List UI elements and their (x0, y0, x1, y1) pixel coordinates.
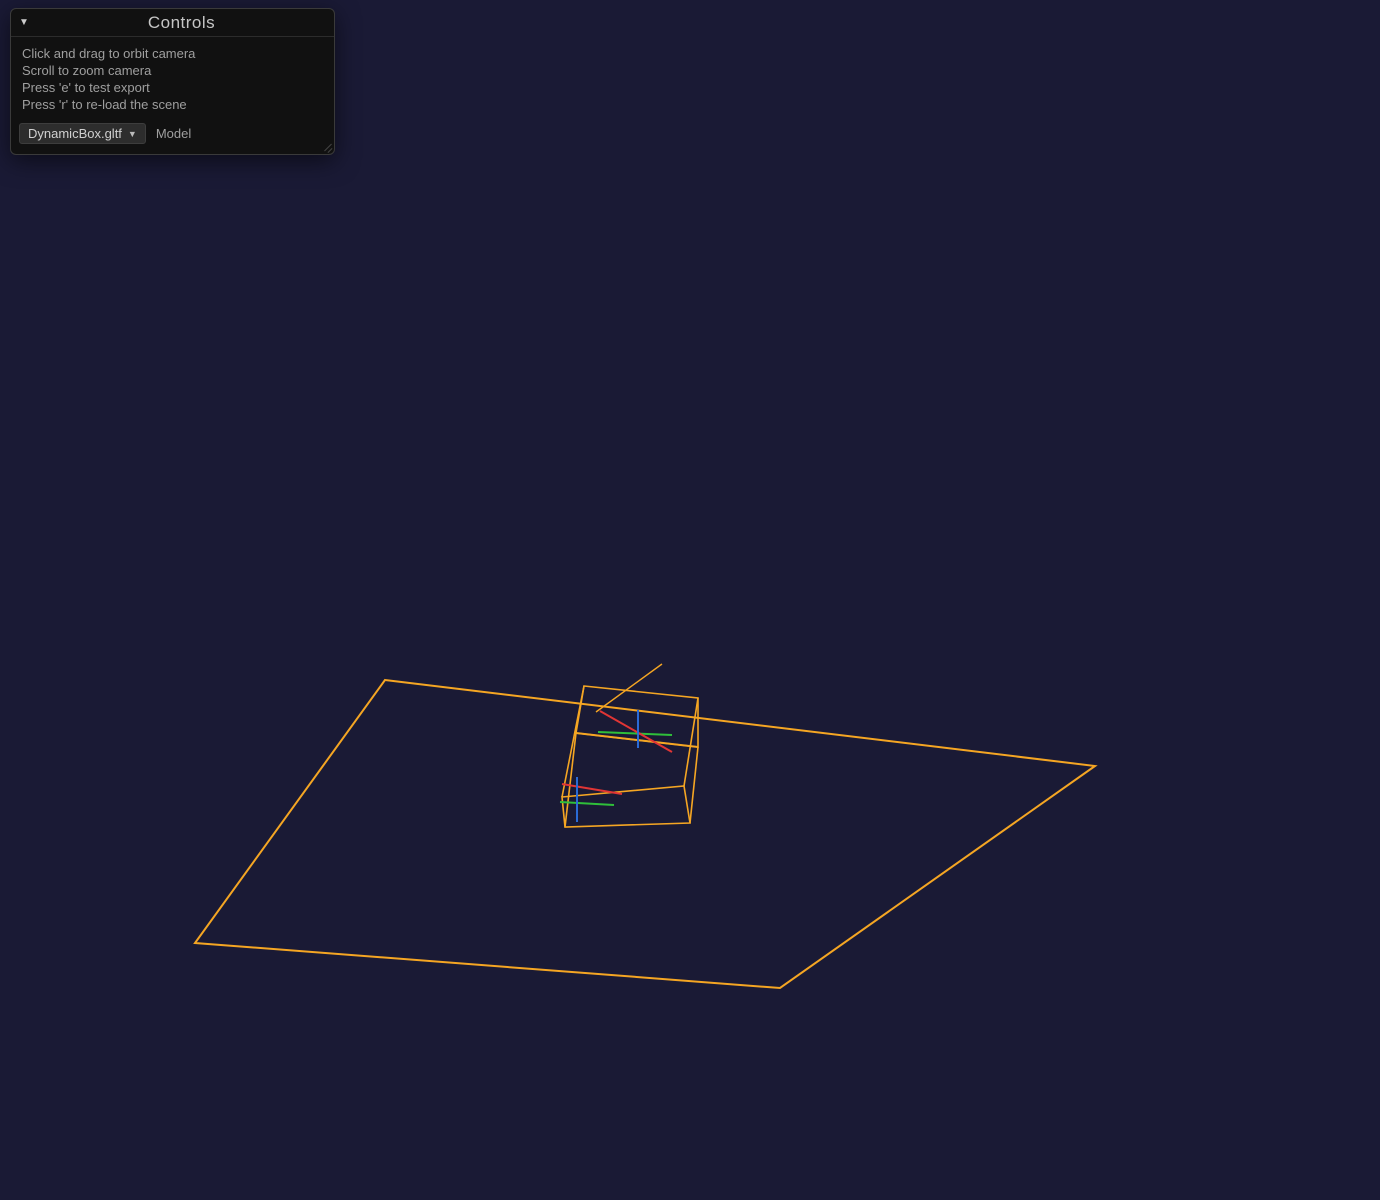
help-line: Press 'e' to test export (22, 79, 323, 96)
collapse-icon[interactable]: ▼ (19, 17, 37, 28)
viewport-3d[interactable] (0, 0, 1380, 1200)
model-select-label: Model (156, 126, 191, 141)
controls-panel-body: Click and drag to orbit camera Scroll to… (11, 37, 334, 154)
ground-plane-wire (195, 680, 1095, 988)
axis-gizmo-top (598, 710, 672, 752)
help-line: Click and drag to orbit camera (22, 45, 323, 62)
controls-panel: ▼ Controls Click and drag to orbit camer… (10, 8, 335, 155)
controls-panel-header[interactable]: ▼ Controls (11, 9, 334, 37)
help-line: Press 'r' to re-load the scene (22, 96, 323, 113)
scene-render[interactable] (0, 0, 1380, 1200)
model-row: DynamicBox.gltf ▼ Model (19, 119, 326, 144)
panel-title: Controls (37, 13, 326, 33)
model-select-value: DynamicBox.gltf (28, 126, 122, 141)
help-line: Scroll to zoom camera (22, 62, 323, 79)
model-select[interactable]: DynamicBox.gltf ▼ (19, 123, 146, 144)
chevron-down-icon: ▼ (128, 129, 137, 139)
resize-grip[interactable] (320, 140, 332, 152)
help-text: Click and drag to orbit camera Scroll to… (19, 43, 326, 119)
